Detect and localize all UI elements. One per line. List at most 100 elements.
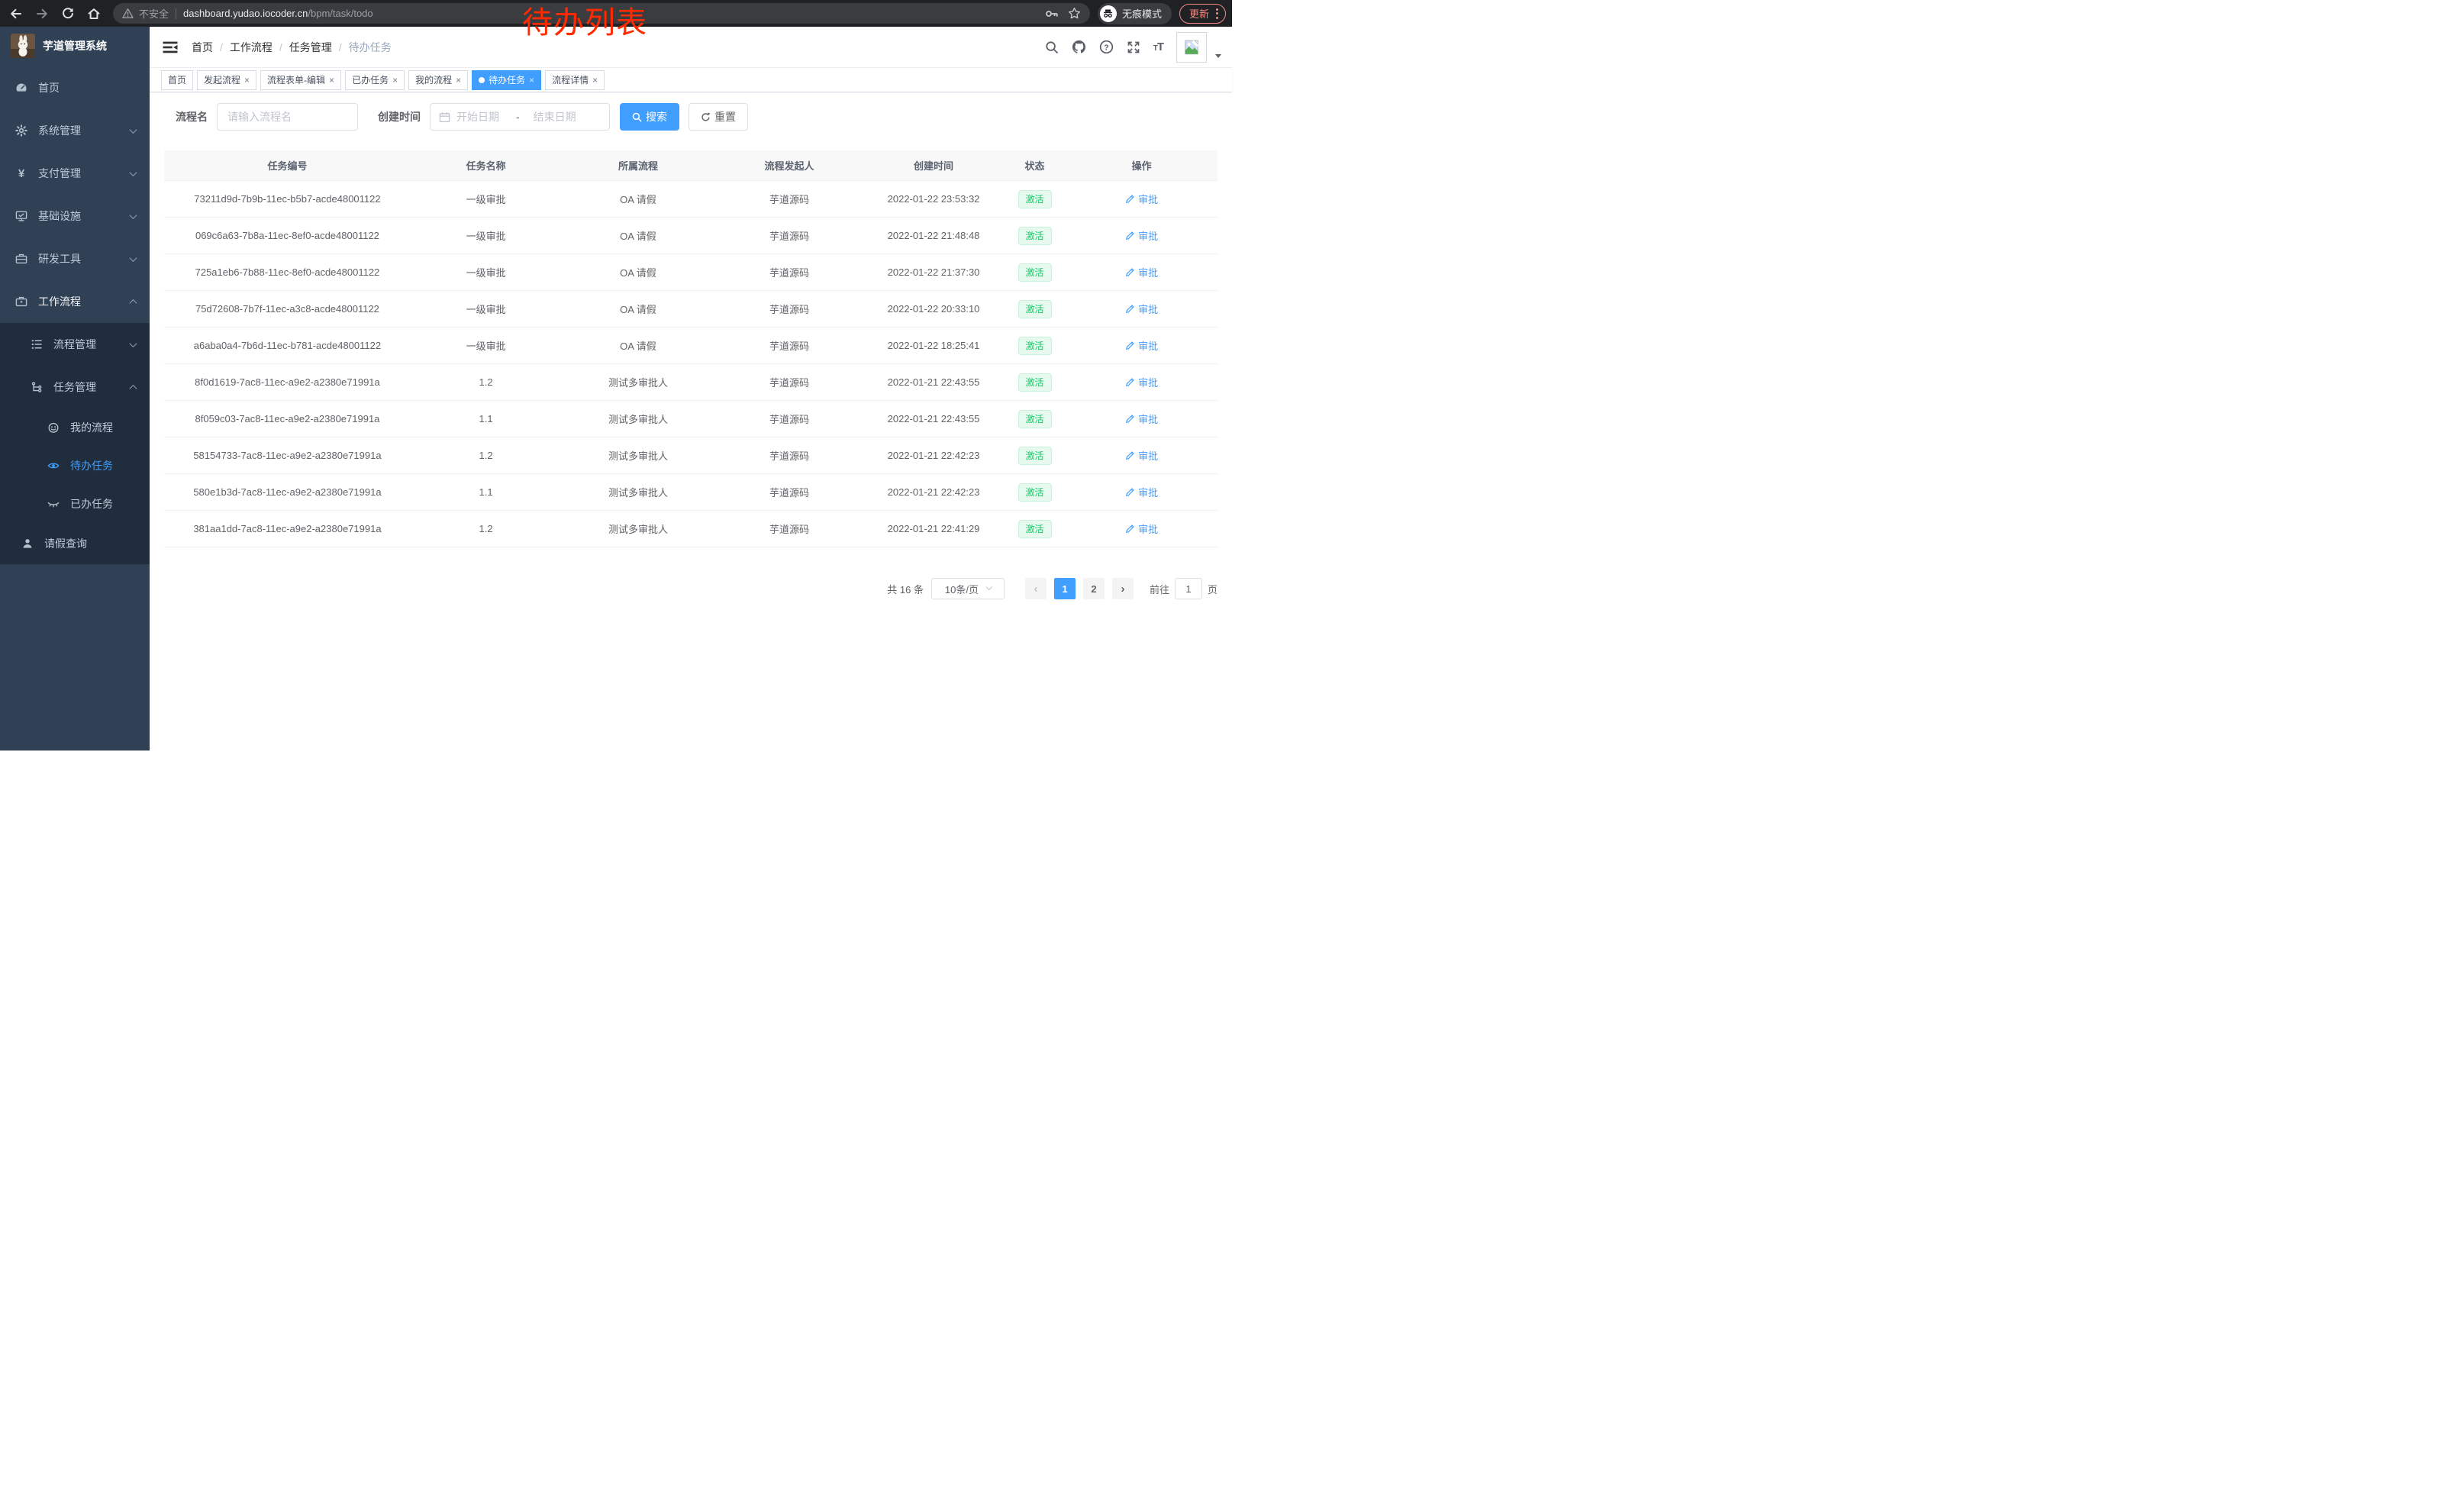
cell-process: OA 请假 (561, 302, 714, 316)
sidebar-item-system[interactable]: 系统管理 (0, 109, 150, 152)
avatar-dropdown-caret[interactable] (1215, 54, 1221, 58)
table-row: 73211d9d-7b9b-11ec-b5b7-acde48001122 一级审… (164, 181, 1217, 218)
approve-link[interactable]: 审批 (1125, 521, 1158, 536)
avatar[interactable] (1176, 32, 1207, 63)
security-warning-icon (122, 8, 134, 19)
sidebar-item-payment[interactable]: ¥ 支付管理 (0, 152, 150, 195)
arrow-left-icon (9, 7, 23, 21)
prev-page-button[interactable]: ‹ (1025, 578, 1047, 599)
approve-link[interactable]: 审批 (1125, 228, 1158, 243)
sidebar-item-infrastructure[interactable]: 基础设施 (0, 195, 150, 237)
browser-home-button[interactable] (84, 4, 104, 24)
monitor-icon (15, 210, 27, 222)
browser-menu-icon[interactable] (1216, 8, 1218, 19)
sidebar-item-process-management[interactable]: 流程管理 (0, 323, 150, 366)
browser-back-button[interactable] (6, 4, 26, 24)
cell-task-id: 8f0d1619-7ac8-11ec-a9e2-a2380e71991a (164, 376, 411, 388)
tab-home[interactable]: 首页 (161, 70, 193, 90)
close-icon[interactable]: × (456, 76, 461, 85)
sidebar-item-my-process[interactable]: 我的流程 (0, 408, 150, 447)
approve-link[interactable]: 审批 (1125, 375, 1158, 389)
sidebar-item-label: 已办任务 (70, 496, 113, 512)
chevron-down-icon (130, 211, 137, 219)
approve-link[interactable]: 审批 (1125, 338, 1158, 353)
approve-link[interactable]: 审批 (1125, 485, 1158, 499)
sidebar-item-home[interactable]: 首页 (0, 66, 150, 109)
sidebar-item-workflow[interactable]: 工作流程 (0, 280, 150, 323)
close-icon[interactable]: × (592, 76, 598, 85)
tab-done-tasks[interactable]: 已办任务 × (345, 70, 405, 90)
cell-process: OA 请假 (561, 228, 714, 243)
help-icon[interactable]: ? (1099, 40, 1114, 54)
browser-forward-button[interactable] (32, 4, 52, 24)
github-icon[interactable] (1072, 40, 1086, 54)
reload-icon (61, 7, 75, 21)
pencil-icon (1125, 341, 1135, 350)
breadcrumb-workflow[interactable]: 工作流程 (230, 40, 273, 55)
tab-process-detail[interactable]: 流程详情 × (545, 70, 605, 90)
end-date-placeholder[interactable]: 结束日期 (534, 109, 576, 124)
table-row: 381aa1dd-7ac8-11ec-a9e2-a2380e71991a 1.2… (164, 511, 1217, 547)
cell-create-time: 2022-01-21 22:41:29 (863, 523, 1004, 534)
pagination: 共 16 条 10条/页 ‹ 1 2 › 前往 页 (164, 578, 1217, 599)
date-range-picker[interactable]: 开始日期 - 结束日期 (430, 103, 610, 131)
cell-process: 测试多审批人 (561, 412, 714, 426)
search-icon[interactable] (1045, 40, 1059, 54)
sidebar-collapse-icon[interactable] (163, 41, 178, 53)
main-content: 流程名 创建时间 开始日期 - 结束日期 搜索 重置 任务编号 任务名称 所属流… (150, 92, 1232, 750)
cell-initiator: 芋道源码 (715, 448, 864, 463)
sidebar-item-done-tasks[interactable]: 已办任务 (0, 485, 150, 523)
browser-reload-button[interactable] (58, 4, 78, 24)
font-size-icon[interactable]: TT (1153, 41, 1163, 53)
tab-my-process[interactable]: 我的流程 × (408, 70, 468, 90)
sidebar-item-label: 研发工具 (38, 251, 81, 266)
goto-page-input[interactable] (1175, 578, 1202, 599)
cell-task-id: 381aa1dd-7ac8-11ec-a9e2-a2380e71991a (164, 523, 411, 534)
process-name-input[interactable] (217, 103, 358, 131)
close-icon[interactable]: × (529, 76, 534, 85)
tab-process-form-edit[interactable]: 流程表单-编辑 × (260, 70, 341, 90)
cell-initiator: 芋道源码 (715, 192, 864, 206)
table-row: 725a1eb6-7b88-11ec-8ef0-acde48001122 一级审… (164, 254, 1217, 291)
cell-initiator: 芋道源码 (715, 485, 864, 499)
url-bar[interactable]: 不安全 dashboard.yudao.iocoder.cn/bpm/task/… (113, 3, 1090, 24)
active-dot (479, 77, 485, 83)
app-logo-row[interactable]: 芋道管理系统 (0, 27, 150, 65)
page-button-1[interactable]: 1 (1054, 578, 1076, 599)
table-row: a6aba0a4-7b6d-11ec-b781-acde48001122 一级审… (164, 328, 1217, 364)
approve-link[interactable]: 审批 (1125, 448, 1158, 463)
close-icon[interactable]: × (392, 76, 398, 85)
approve-link[interactable]: 审批 (1125, 265, 1158, 279)
page-button-2[interactable]: 2 (1083, 578, 1105, 599)
close-icon[interactable]: × (244, 76, 250, 85)
sidebar-item-task-management[interactable]: 任务管理 (0, 366, 150, 408)
start-date-placeholder[interactable]: 开始日期 (456, 109, 499, 124)
approve-link[interactable]: 审批 (1125, 302, 1158, 316)
reset-button[interactable]: 重置 (689, 103, 748, 131)
fullscreen-icon[interactable] (1127, 40, 1140, 54)
broken-image-icon (1183, 39, 1200, 56)
search-button[interactable]: 搜索 (620, 103, 679, 131)
tab-todo-tasks[interactable]: 待办任务 × (472, 70, 541, 90)
sidebar-item-devtools[interactable]: 研发工具 (0, 237, 150, 280)
breadcrumb-current: 待办任务 (349, 40, 392, 55)
update-button[interactable]: 更新 (1179, 4, 1226, 24)
sidebar-item-todo-tasks[interactable]: 待办任务 (0, 447, 150, 485)
status-badge: 激活 (1018, 337, 1052, 355)
todo-task-table: 任务编号 任务名称 所属流程 流程发起人 创建时间 状态 操作 73211d9d… (164, 150, 1217, 547)
bookmark-star-icon[interactable] (1068, 7, 1081, 20)
approve-link[interactable]: 审批 (1125, 192, 1158, 206)
breadcrumb-home[interactable]: 首页 (192, 40, 213, 55)
cell-process: 测试多审批人 (561, 375, 714, 389)
next-page-button[interactable]: › (1112, 578, 1134, 599)
cell-process: 测试多审批人 (561, 521, 714, 536)
goto-page: 前往 页 (1150, 578, 1217, 599)
password-key-icon[interactable] (1045, 8, 1059, 20)
close-icon[interactable]: × (329, 76, 334, 85)
tab-start-process[interactable]: 发起流程 × (197, 70, 256, 90)
approve-link[interactable]: 审批 (1125, 412, 1158, 426)
table-row: 8f059c03-7ac8-11ec-a9e2-a2380e71991a 1.1… (164, 401, 1217, 437)
breadcrumb-task-management[interactable]: 任务管理 (289, 40, 332, 55)
page-size-select[interactable]: 10条/页 (931, 578, 1005, 599)
sidebar-item-leave-query[interactable]: 请假查询 (0, 523, 150, 564)
